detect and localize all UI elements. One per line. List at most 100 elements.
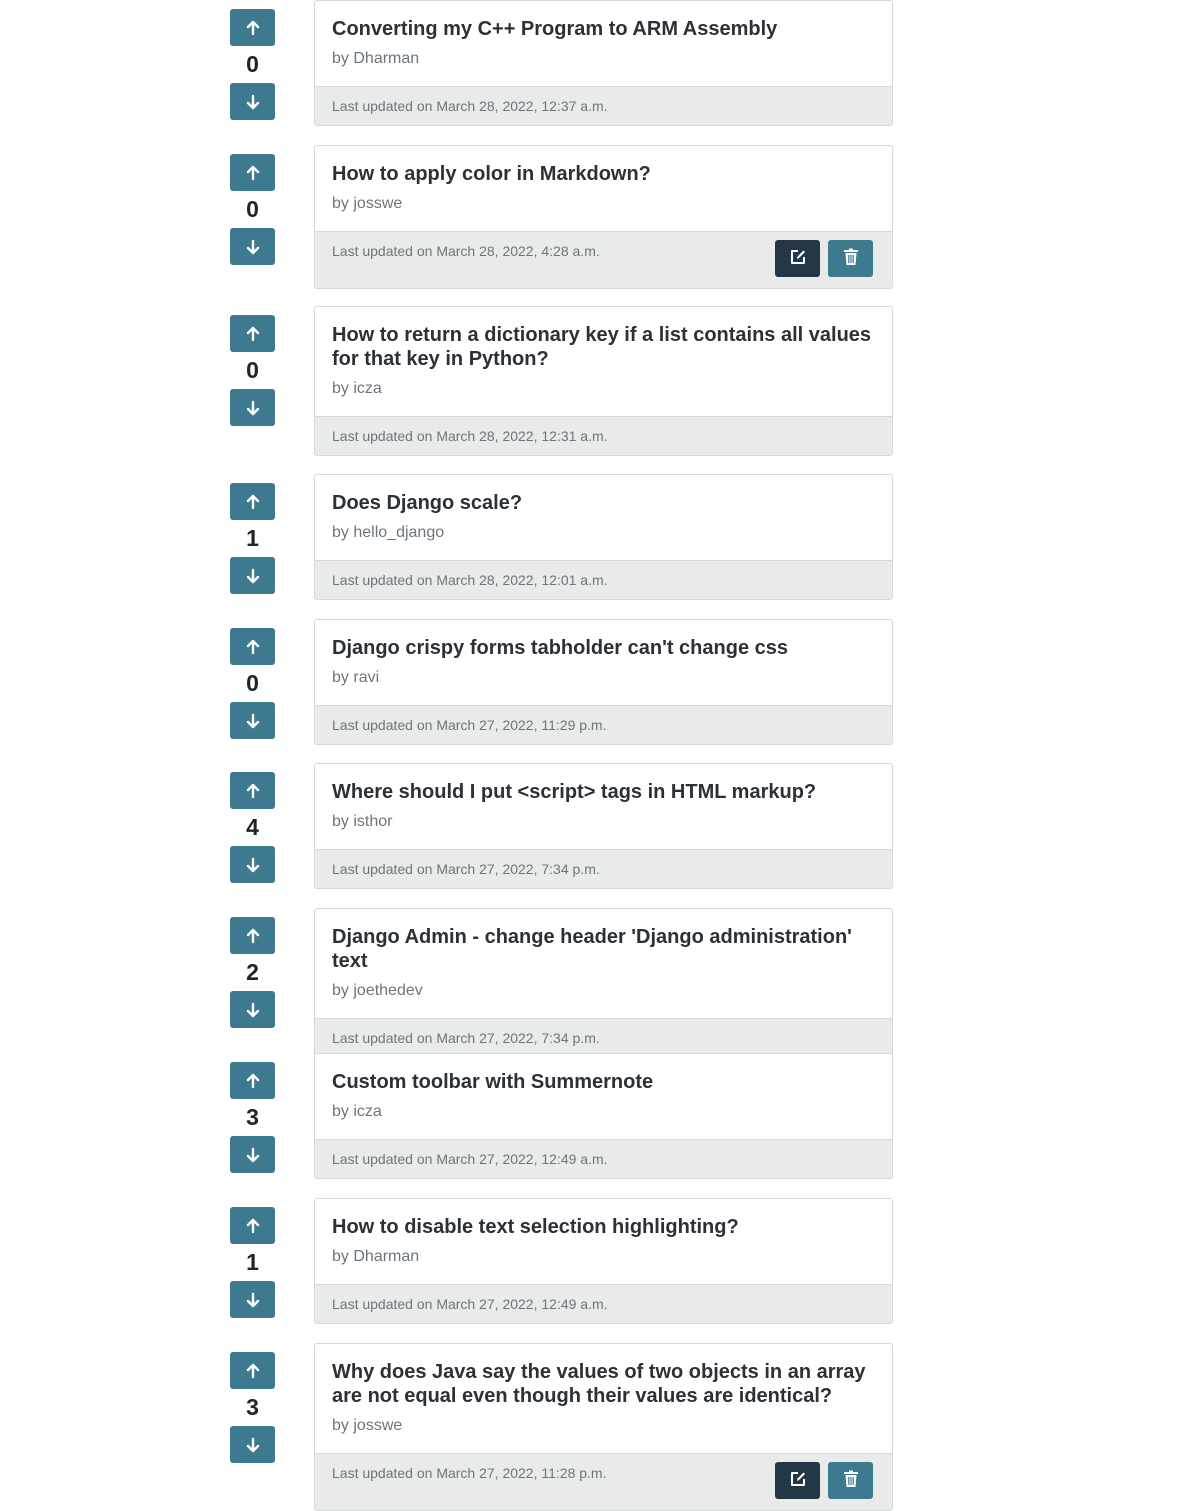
edit-button[interactable] [775, 240, 820, 277]
vote-count: 2 [246, 959, 259, 985]
author-prefix: by [332, 1417, 349, 1434]
question-card: How to apply color in Markdown? by josswe… [314, 145, 893, 289]
vote-count: 3 [246, 1394, 259, 1420]
upvote-button[interactable] [230, 154, 275, 191]
author-name: hello_django [353, 524, 445, 541]
updated-prefix: Last updated on [332, 1151, 433, 1167]
question-title-link[interactable]: Why does Java say the values of two obje… [332, 1360, 875, 1408]
question-title-link[interactable]: Where should I put <script> tags in HTML… [332, 780, 875, 804]
arrow-up-icon [245, 639, 261, 655]
updated-timestamp: March 28, 2022, 12:01 a.m. [436, 572, 608, 588]
question-card: Does Django scale? by hello_django Last up… [314, 474, 893, 600]
updated-prefix: Last updated on [332, 861, 433, 877]
updated-timestamp: March 27, 2022, 11:29 p.m. [436, 717, 607, 733]
upvote-button[interactable] [230, 628, 275, 665]
delete-button[interactable] [828, 1462, 873, 1499]
author-line: by Dharman [332, 49, 875, 69]
edit-icon [789, 1470, 807, 1492]
question-title-link[interactable]: How to disable text selection highlighti… [332, 1215, 875, 1239]
arrow-up-icon [245, 928, 261, 944]
updated-prefix: Last updated on [332, 717, 433, 733]
arrow-down-icon [245, 1292, 261, 1308]
arrow-up-icon [245, 1073, 261, 1089]
vote-panel: 4 [230, 772, 275, 883]
vote-panel: 3 [230, 1352, 275, 1463]
downvote-button[interactable] [230, 846, 275, 883]
question-title-link[interactable]: Custom toolbar with Summernote [332, 1070, 875, 1094]
card-body: How to return a dictionary key if a list… [315, 307, 892, 417]
card-footer: Last updated on March 27, 2022, 12:49 a.… [315, 1140, 892, 1178]
arrow-up-icon [245, 326, 261, 342]
card-body: Django Admin - change header 'Django adm… [315, 909, 892, 1019]
edit-icon [789, 248, 807, 270]
upvote-button[interactable] [230, 315, 275, 352]
card-body: Does Django scale? by hello_django [315, 475, 892, 561]
downvote-button[interactable] [230, 702, 275, 739]
question-card: Why does Java say the values of two obje… [314, 1343, 893, 1511]
question-title-link[interactable]: Django Admin - change header 'Django adm… [332, 925, 875, 973]
upvote-button[interactable] [230, 917, 275, 954]
updated-prefix: Last updated on [332, 428, 433, 444]
author-name: icza [353, 1103, 382, 1120]
downvote-button[interactable] [230, 991, 275, 1028]
card-footer: Last updated on March 28, 2022, 12:01 a.… [315, 561, 892, 599]
author-line: by isthor [332, 812, 875, 832]
vote-panel: 3 [230, 1062, 275, 1173]
downvote-button[interactable] [230, 1426, 275, 1463]
author-prefix: by [332, 1248, 349, 1265]
arrow-up-icon [245, 165, 261, 181]
author-name: ravi [353, 669, 380, 686]
vote-panel: 2 [230, 917, 275, 1028]
updated-timestamp: March 27, 2022, 7:34 p.m. [436, 1030, 600, 1046]
vote-count: 0 [246, 51, 259, 77]
upvote-button[interactable] [230, 1062, 275, 1099]
question-title-link[interactable]: Django crispy forms tabholder can't chan… [332, 636, 875, 660]
vote-count: 1 [246, 525, 259, 551]
owner-actions [775, 1462, 873, 1499]
vote-count: 3 [246, 1104, 259, 1130]
arrow-down-icon [245, 1437, 261, 1453]
question-card: Django Admin - change header 'Django adm… [314, 908, 893, 1058]
upvote-button[interactable] [230, 1207, 275, 1244]
downvote-button[interactable] [230, 1281, 275, 1318]
downvote-button[interactable] [230, 557, 275, 594]
updated-timestamp: March 27, 2022, 7:34 p.m. [436, 861, 600, 877]
author-prefix: by [332, 982, 349, 999]
question-card: Django crispy forms tabholder can't chan… [314, 619, 893, 745]
vote-count: 0 [246, 196, 259, 222]
trash-icon [843, 248, 859, 270]
author-line: by joethedev [332, 981, 875, 1001]
question-title-link[interactable]: Converting my C++ Program to ARM Assembl… [332, 17, 875, 41]
arrow-up-icon [245, 20, 261, 36]
upvote-button[interactable] [230, 9, 275, 46]
card-footer: Last updated on March 27, 2022, 7:34 p.m… [315, 1019, 892, 1057]
downvote-button[interactable] [230, 389, 275, 426]
delete-button[interactable] [828, 240, 873, 277]
question-title-link[interactable]: Does Django scale? [332, 491, 875, 515]
author-name: josswe [353, 195, 403, 212]
author-line: by josswe [332, 194, 875, 214]
updated-timestamp: March 28, 2022, 12:37 a.m. [436, 98, 608, 114]
arrow-down-icon [245, 94, 261, 110]
card-body: How to apply color in Markdown? by josswe [315, 146, 892, 232]
author-line: by icza [332, 1102, 875, 1122]
upvote-button[interactable] [230, 1352, 275, 1389]
author-prefix: by [332, 50, 349, 67]
question-list: 0 Converting my C++ Program to ARM Assemb… [0, 0, 1193, 1511]
card-body: Django crispy forms tabholder can't chan… [315, 620, 892, 706]
edit-button[interactable] [775, 1462, 820, 1499]
question-title-link[interactable]: How to return a dictionary key if a list… [332, 323, 875, 371]
vote-count: 4 [246, 814, 259, 840]
updated-timestamp: March 27, 2022, 12:49 a.m. [436, 1296, 608, 1312]
downvote-button[interactable] [230, 228, 275, 265]
updated-timestamp: March 27, 2022, 11:28 p.m. [436, 1465, 607, 1481]
downvote-button[interactable] [230, 1136, 275, 1173]
upvote-button[interactable] [230, 483, 275, 520]
arrow-down-icon [245, 1147, 261, 1163]
question-title-link[interactable]: How to apply color in Markdown? [332, 162, 875, 186]
downvote-button[interactable] [230, 83, 275, 120]
upvote-button[interactable] [230, 772, 275, 809]
vote-count: 1 [246, 1249, 259, 1275]
arrow-up-icon [245, 1218, 261, 1234]
trash-icon [843, 1470, 859, 1492]
